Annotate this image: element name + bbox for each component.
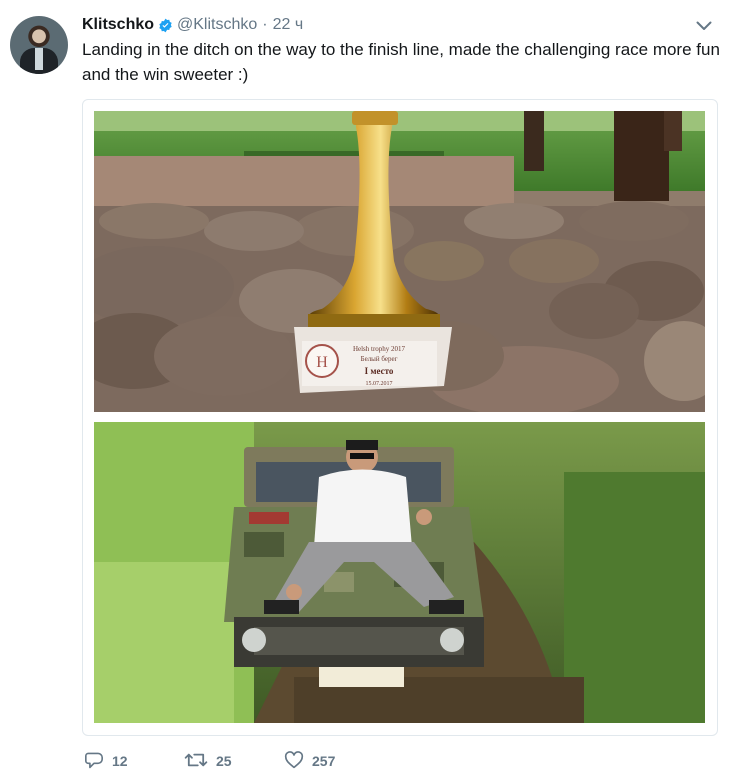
like-button[interactable]: 257 (284, 750, 384, 772)
separator-dot: · (262, 16, 268, 33)
tweet-header: Klitschko @Klitschko · 22 ч (82, 14, 303, 36)
verified-badge-icon (158, 18, 173, 33)
plate-line-3: I место (365, 366, 394, 376)
jeep-photo[interactable] (94, 422, 705, 723)
tweet-actions: 12 25 257 (84, 750, 384, 772)
timestamp[interactable]: 22 ч (273, 16, 304, 34)
plate-line-4: 15.07.2017 (366, 381, 393, 387)
display-name[interactable]: Klitschko (82, 16, 154, 34)
reply-icon (84, 751, 104, 772)
trophy-photo[interactable]: H Helsh trophy 2017 Белый берег I место … (94, 111, 705, 412)
plate-line-2: Белый берег (361, 355, 398, 363)
svg-text:H: H (316, 354, 328, 371)
like-count: 257 (312, 753, 336, 769)
tweet: Klitschko @Klitschko · 22 ч Landing in t… (0, 0, 737, 771)
avatar[interactable] (10, 16, 68, 74)
like-icon (284, 750, 304, 772)
retweet-icon (184, 751, 208, 772)
media-container: H Helsh trophy 2017 Белый берег I место … (82, 99, 718, 736)
tweet-text: Landing in the ditch on the way to the f… (82, 40, 720, 84)
retweet-count: 25 (216, 753, 232, 769)
username[interactable]: @Klitschko (177, 16, 257, 34)
reply-button[interactable]: 12 (84, 751, 184, 772)
plate-line-1: Helsh trophy 2017 (353, 345, 406, 353)
chevron-down-icon[interactable] (694, 18, 714, 34)
retweet-button[interactable]: 25 (184, 751, 284, 772)
reply-count: 12 (112, 753, 128, 769)
